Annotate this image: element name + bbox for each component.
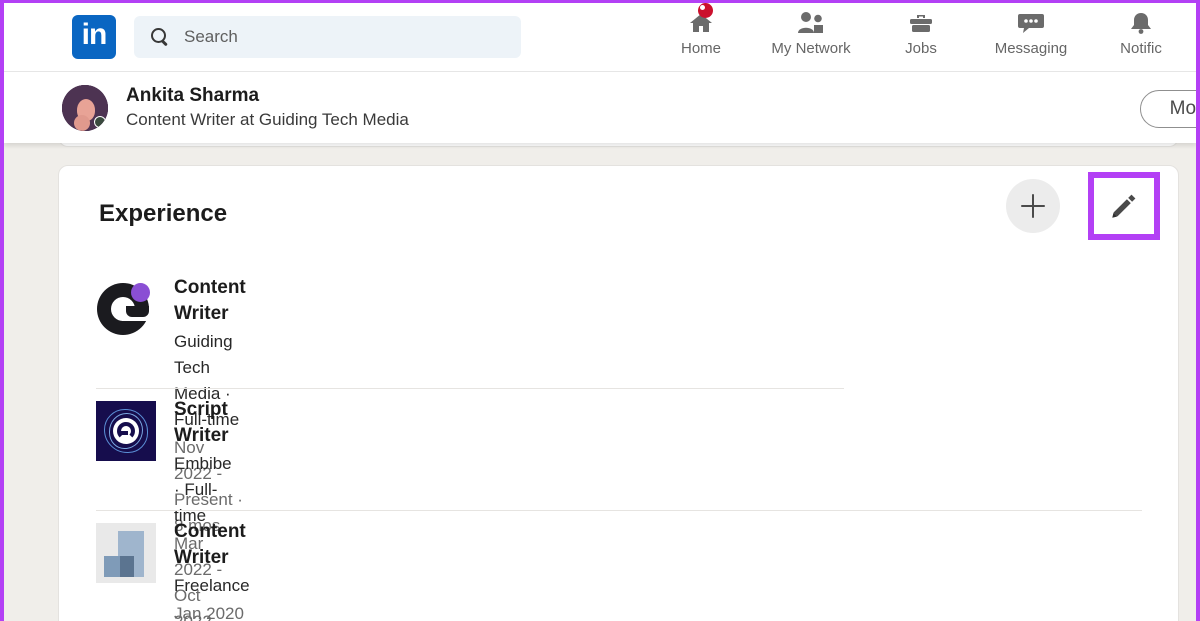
experience-role: Script Writer: [174, 399, 229, 446]
experience-company: Freelance: [174, 576, 250, 595]
home-notification-badge: [698, 3, 713, 18]
experience-company: Embibe · Full-time: [174, 454, 232, 525]
nav-label-messaging: Messaging: [994, 40, 1068, 57]
nav-item-jobs[interactable]: Jobs: [866, 8, 976, 57]
nav-items-group: Home My Network Jobs Messaging Notific: [646, 3, 1196, 71]
list-item[interactable]: Content Writer Guiding Tech Media · Full…: [96, 277, 246, 535]
home-icon: [688, 3, 714, 38]
profile-name: Ankita Sharma: [126, 84, 260, 106]
generic-company-logo: [96, 523, 156, 583]
nav-item-home[interactable]: Home: [646, 3, 756, 57]
search-input[interactable]: Search: [134, 16, 521, 58]
profile-identity: Ankita Sharma Content Writer at Guiding …: [126, 85, 409, 131]
avatar-status-dot: [94, 115, 106, 128]
experience-role: Content Writer: [174, 521, 246, 568]
experience-role: Content Writer: [174, 277, 246, 324]
experience-dates: Jan 2020 - Mar 2022 · 2 yrs 3 mos: [174, 604, 244, 621]
briefcase-icon: [908, 8, 934, 38]
nav-item-notifications[interactable]: Notific: [1086, 8, 1196, 57]
experience-card: Experience Content Writer Guiding Tech M…: [58, 165, 1179, 621]
more-button[interactable]: Mor: [1140, 90, 1200, 128]
edit-experience-button-highlight[interactable]: [1088, 172, 1160, 240]
add-experience-button[interactable]: [1006, 179, 1060, 233]
pencil-icon: [1112, 194, 1136, 218]
nav-label-jobs: Jobs: [905, 40, 937, 57]
bell-icon: [1128, 8, 1154, 38]
profile-headline: Content Writer at Guiding Tech Media: [126, 109, 409, 129]
nav-label-my-network: My Network: [771, 40, 851, 57]
experience-details: Content Writer Freelance Jan 2020 - Mar …: [174, 519, 250, 621]
search-placeholder-text: Search: [184, 27, 238, 46]
list-divider: [96, 510, 1142, 511]
nav-label-home: Home: [680, 40, 721, 57]
avatar-detail: [74, 114, 90, 131]
avatar[interactable]: [62, 84, 108, 131]
embibe-logo: [96, 401, 156, 461]
list-item[interactable]: Script Writer Embibe · Full-time Mar 202…: [96, 399, 232, 621]
list-item[interactable]: Content Writer Freelance Jan 2020 - Mar …: [96, 521, 250, 621]
profile-content-area: Experience Content Writer Guiding Tech M…: [4, 143, 1196, 621]
nav-label-notifications: Notific: [1120, 40, 1162, 57]
list-divider: [96, 388, 844, 389]
edit-experience-button[interactable]: [1094, 178, 1154, 234]
guiding-tech-logo: [96, 279, 156, 339]
global-navigation-bar: in Search Home My Network Jobs Messaging…: [4, 3, 1196, 71]
linkedin-logo-icon[interactable]: in: [72, 15, 116, 59]
sticky-profile-bar: Ankita Sharma Content Writer at Guiding …: [4, 71, 1200, 143]
search-icon: [150, 27, 170, 47]
nav-item-my-network[interactable]: My Network: [756, 8, 866, 57]
people-icon: [796, 8, 826, 38]
previous-section-card: [58, 143, 1179, 147]
page-title: Experience: [99, 200, 228, 227]
nav-item-messaging[interactable]: Messaging: [976, 8, 1086, 57]
message-bubble-icon: [1017, 8, 1045, 38]
